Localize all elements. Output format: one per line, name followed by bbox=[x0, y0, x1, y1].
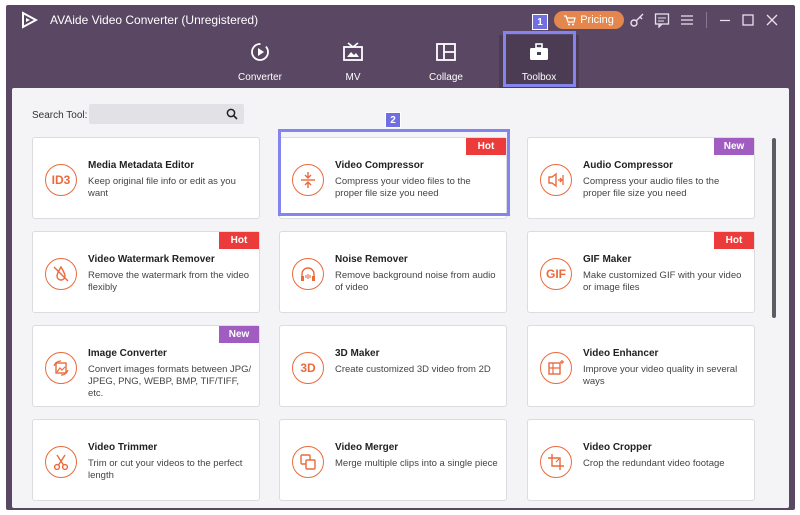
tool-title: GIF Maker bbox=[583, 254, 632, 265]
search-input[interactable] bbox=[89, 104, 244, 124]
main-nav: Converter MV Collage Toolbox bbox=[6, 35, 795, 89]
tab-mv[interactable]: MV bbox=[313, 35, 393, 89]
tool-description: Keep original file info or edit as you w… bbox=[88, 176, 236, 199]
tool-card-3d-maker[interactable]: 3D 3D Maker Create customized 3D video fro… bbox=[279, 325, 507, 407]
close-icon[interactable] bbox=[764, 12, 780, 28]
app-logo-icon bbox=[22, 11, 38, 29]
headphones-icon bbox=[292, 258, 324, 290]
tab-converter[interactable]: Converter bbox=[220, 35, 300, 89]
hot-badge: Hot bbox=[714, 232, 754, 249]
merge-icon bbox=[292, 446, 324, 478]
step-marker-1: 1 bbox=[532, 14, 548, 30]
tool-card-image-converter[interactable]: Image Converter Convert images formats be… bbox=[32, 325, 260, 407]
tool-card-video-trimmer[interactable]: Video Trimmer Trim or cut your videos to … bbox=[32, 419, 260, 501]
collage-icon bbox=[436, 43, 456, 61]
tool-title: Video Trimmer bbox=[88, 442, 158, 453]
gif-icon-glyph: GIF bbox=[546, 267, 566, 281]
tool-title: Audio Compressor bbox=[583, 160, 674, 171]
hot-badge: Hot bbox=[219, 232, 259, 249]
key-icon[interactable] bbox=[629, 12, 645, 28]
tool-card-video-cropper[interactable]: Video Cropper Crop the redundant video fo… bbox=[527, 419, 755, 501]
tool-title: Video Enhancer bbox=[583, 348, 659, 359]
tool-title: Video Watermark Remover bbox=[88, 254, 215, 265]
app-window: AVAide Video Converter (Unregistered) Pr… bbox=[6, 5, 795, 510]
menu-icon[interactable] bbox=[679, 12, 695, 28]
converter-icon bbox=[251, 43, 269, 61]
scissors-icon bbox=[45, 446, 77, 478]
new-badge: New bbox=[219, 326, 259, 343]
tab-collage[interactable]: Collage bbox=[406, 35, 486, 89]
step-marker-2: 2 bbox=[385, 112, 401, 128]
tool-description: Trim or cut your videos to the perfect l… bbox=[88, 458, 243, 481]
search-icon bbox=[226, 108, 238, 120]
tool-title: 3D Maker bbox=[335, 348, 380, 359]
id3-icon-glyph: ID3 bbox=[51, 173, 71, 187]
search-label: Search Tool: bbox=[32, 110, 88, 121]
tool-description: Make customized GIF with your video or i… bbox=[583, 270, 742, 293]
pricing-button[interactable]: Pricing bbox=[554, 11, 624, 29]
tool-title: Video Merger bbox=[335, 442, 399, 453]
tool-card-video-watermark-remover[interactable]: Video Watermark Remover Remove the waterm… bbox=[32, 231, 260, 313]
scrollbar[interactable] bbox=[772, 138, 776, 318]
tool-card-video-merger[interactable]: Video Merger Merge multiple clips into a … bbox=[279, 419, 507, 501]
title-bar: AVAide Video Converter (Unregistered) Pr… bbox=[6, 5, 795, 35]
crop-icon bbox=[540, 446, 572, 478]
image-convert-icon bbox=[45, 352, 77, 384]
cart-icon bbox=[564, 14, 576, 25]
video-compressor-highlight bbox=[278, 129, 510, 216]
3d-icon: 3D bbox=[292, 352, 324, 384]
mv-icon bbox=[343, 42, 363, 61]
minimize-icon[interactable] bbox=[717, 12, 733, 28]
tool-description: Compress your audio files to the proper … bbox=[583, 176, 720, 199]
tool-card-gif-maker[interactable]: GIF GIF Maker Make customized GIF with you… bbox=[527, 231, 755, 313]
pricing-label: Pricing bbox=[580, 14, 614, 26]
new-badge: New bbox=[714, 138, 754, 155]
tool-description: Remove background noise from audio of vi… bbox=[335, 270, 496, 293]
gif-icon: GIF bbox=[540, 258, 572, 290]
tool-description: Remove the watermark from the video flex… bbox=[88, 270, 250, 293]
tool-title: Image Converter bbox=[88, 348, 167, 359]
tool-card-media-metadata-editor[interactable]: ID3 Media Metadata Editor Keep original fi… bbox=[32, 137, 260, 219]
3d-icon-glyph: 3D bbox=[300, 361, 316, 375]
tool-card-video-enhancer[interactable]: Video Enhancer Improve your video quality… bbox=[527, 325, 755, 407]
feedback-icon[interactable] bbox=[654, 12, 670, 28]
titlebar-divider bbox=[706, 12, 707, 28]
toolbox-highlight bbox=[503, 31, 576, 87]
watermark-remove-icon bbox=[45, 258, 77, 290]
id3-icon: ID3 bbox=[45, 164, 77, 196]
toolbox-panel: Search Tool: ID3 Media Metadata Editor Kee… bbox=[12, 88, 789, 508]
tool-description: Create customized 3D video from 2D bbox=[335, 364, 491, 375]
maximize-icon[interactable] bbox=[740, 12, 756, 28]
tab-collage-label: Collage bbox=[429, 72, 463, 83]
window-title: AVAide Video Converter (Unregistered) bbox=[50, 13, 259, 27]
tool-title: Noise Remover bbox=[335, 254, 408, 265]
audio-compress-icon bbox=[540, 164, 572, 196]
tab-converter-label: Converter bbox=[238, 72, 282, 83]
tab-mv-label: MV bbox=[345, 72, 361, 83]
tool-title: Video Cropper bbox=[583, 442, 652, 453]
tool-description: Merge multiple clips into a single piece bbox=[335, 458, 498, 469]
enhance-icon bbox=[540, 352, 572, 384]
tool-description: Crop the redundant video footage bbox=[583, 458, 725, 469]
tool-description: Convert images formats between JPG/ JPEG… bbox=[88, 364, 252, 399]
tool-card-noise-remover[interactable]: Noise Remover Remove background noise fro… bbox=[279, 231, 507, 313]
tool-card-audio-compressor[interactable]: Audio Compressor Compress your audio file… bbox=[527, 137, 755, 219]
tool-title: Media Metadata Editor bbox=[88, 160, 195, 171]
tool-description: Improve your video quality in several wa… bbox=[583, 364, 738, 387]
